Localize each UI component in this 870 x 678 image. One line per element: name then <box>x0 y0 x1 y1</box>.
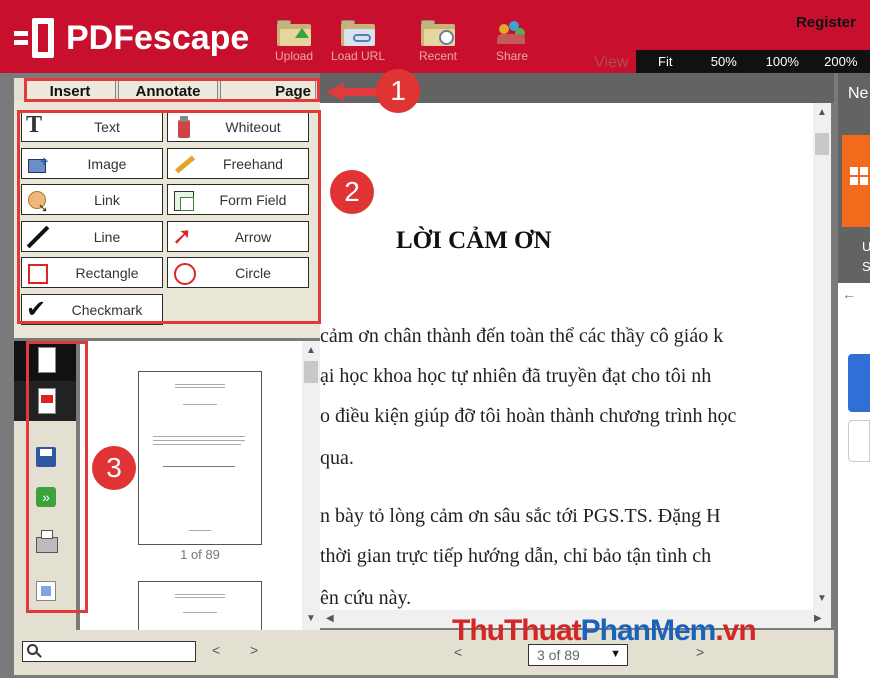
annotation-box-tools <box>17 110 321 324</box>
load-url-label: Load URL <box>330 49 386 63</box>
share-button[interactable]: Share <box>484 20 540 63</box>
watermark-part: .vn <box>715 614 756 647</box>
document-line: ại học khoa học tự nhiên đã truyền đạt c… <box>320 365 712 387</box>
document-line: o điều kiện giúp đỡ tôi hoàn thành chươn… <box>320 405 737 427</box>
document-line: cảm ơn chân thành đến toàn thể các thầy … <box>320 325 724 347</box>
page-thumbnail[interactable] <box>138 581 262 630</box>
right-panel-white-button[interactable] <box>848 420 870 462</box>
document-line: thời gian trực tiếp hướng dẫn, chỉ bảo t… <box>320 545 712 567</box>
document-title: LỜI CẢM ƠN <box>396 227 552 254</box>
recent-folder-icon <box>421 20 455 46</box>
recent-button[interactable]: Recent <box>410 20 466 63</box>
search-prev-button[interactable]: < <box>212 642 220 658</box>
upload-button[interactable]: Upload <box>266 20 322 63</box>
annotation-arrow-shaft <box>342 88 380 96</box>
document-line: n bày tỏ lòng cảm ơn sâu sắc tới PGS.TS.… <box>320 505 721 527</box>
windows-logo-icon <box>842 135 870 227</box>
scroll-thumb[interactable] <box>304 361 318 383</box>
annotation-badge-1: 1 <box>376 69 420 113</box>
recent-label: Recent <box>418 49 458 63</box>
zoom-100[interactable]: 100% <box>753 54 812 69</box>
zoom-50[interactable]: 50% <box>695 54 754 69</box>
right-panel-heading: Ne <box>848 85 869 102</box>
share-label: Share <box>495 49 529 63</box>
right-panel-text: U <box>862 239 870 254</box>
scroll-left-icon[interactable]: ◀ <box>326 613 334 624</box>
watermark: ThuThuatPhanMem.vn <box>452 614 757 648</box>
chevron-down-icon: ▼ <box>610 648 621 660</box>
logo-text: PDFescape <box>66 18 250 57</box>
scroll-right-icon[interactable]: ▶ <box>814 613 822 624</box>
thumbnails-scrollbar[interactable]: ▲ ▼ <box>302 341 320 630</box>
load-url-folder-icon <box>341 20 375 46</box>
annotation-badge-2: 2 <box>330 170 374 214</box>
scroll-up-icon[interactable]: ▲ <box>817 107 827 118</box>
scroll-down-icon[interactable]: ▼ <box>306 613 316 624</box>
search-next-button[interactable]: > <box>250 642 258 658</box>
right-panel-blue-button[interactable] <box>848 354 870 412</box>
register-link[interactable]: Register <box>796 14 856 31</box>
zoom-bar: Fit 50% 100% 200% <box>636 50 870 73</box>
back-arrow-icon[interactable]: ← <box>842 286 856 302</box>
search-input[interactable] <box>22 641 196 662</box>
pdfescape-logo[interactable]: PDFescape <box>14 18 249 58</box>
view-label: View <box>594 54 629 71</box>
scroll-down-icon[interactable]: ▼ <box>817 593 827 604</box>
zoom-fit[interactable]: Fit <box>636 54 695 69</box>
right-panel-dark: Ne U S <box>838 73 870 283</box>
annotation-box-sidebar <box>26 341 88 613</box>
logo-mark-icon <box>14 18 58 58</box>
annotation-box-tabs <box>24 78 320 102</box>
scroll-up-icon[interactable]: ▲ <box>306 345 316 356</box>
watermark-part: PhanMem <box>580 614 717 647</box>
load-url-button[interactable]: Load URL <box>330 20 386 63</box>
document-line: qua. <box>320 447 354 469</box>
document-line: ên cứu này. <box>320 587 412 609</box>
document-vertical-scrollbar[interactable]: ▲ ▼ <box>813 103 831 610</box>
page-thumbnail[interactable] <box>138 371 262 545</box>
page-select-value: 3 of 89 <box>537 647 580 663</box>
annotation-badge-3: 3 <box>92 446 136 490</box>
watermark-part: ThuThuat <box>452 614 582 647</box>
share-people-icon <box>495 20 529 46</box>
right-panel-text: S <box>862 259 870 274</box>
app-header: PDFescape Upload Load URL Recent Share R… <box>0 0 870 73</box>
zoom-200[interactable]: 200% <box>812 54 870 69</box>
document-page[interactable]: LỜI CẢM ƠN cảm ơn chân thành đến toàn th… <box>320 103 813 610</box>
pdfescape-window: PDFescape Upload Load URL Recent Share R… <box>0 0 870 678</box>
upload-folder-icon <box>277 20 311 46</box>
scroll-thumb[interactable] <box>815 133 829 155</box>
thumbnail-caption: 1 of 89 <box>180 547 220 562</box>
upload-label: Upload <box>274 49 314 63</box>
